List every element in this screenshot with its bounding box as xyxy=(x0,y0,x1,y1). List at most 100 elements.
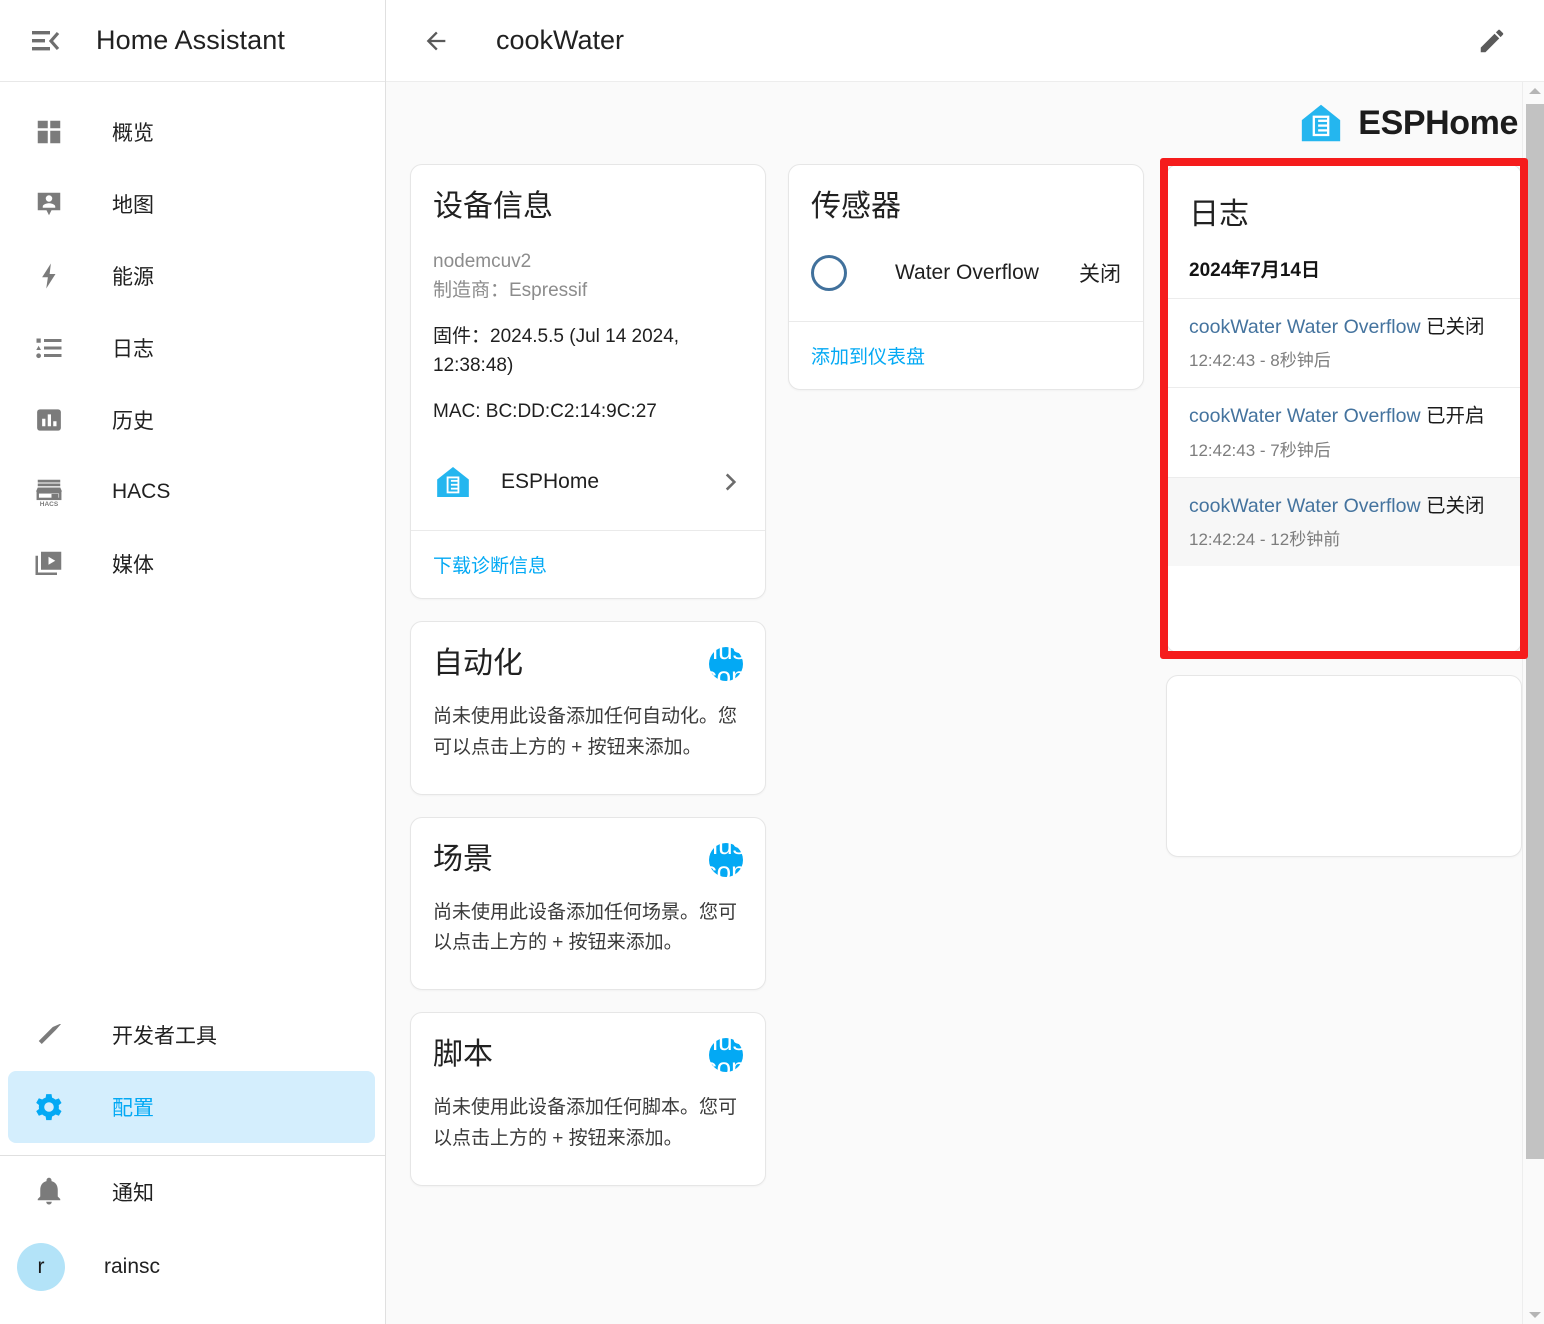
scrollbar-thumb[interactable] xyxy=(1526,104,1544,1159)
sidebar-nav: 概览 地图 能源 日志 历史 HACS HACS 媒体 xyxy=(0,82,385,600)
secondary-empty-card xyxy=(1166,674,1522,857)
empty-state-text: 尚未使用此设备添加任何脚本。您可以点击上方的 + 按钮来添加。 xyxy=(433,1097,738,1150)
integration-name: ESPHome xyxy=(501,470,600,494)
sidebar-item-label: HACS xyxy=(112,480,171,503)
sidebar-item-map[interactable]: 地图 xyxy=(8,168,375,240)
logbook-entry-action: 已关闭 xyxy=(1420,316,1485,338)
logbook-entry-time: 12:42:43 - 7秒钟后 xyxy=(1189,440,1331,460)
sidebar-item-label: 配置 xyxy=(112,1097,154,1120)
sidebar-item-history[interactable]: 历史 xyxy=(8,384,375,456)
sidebar-item-label: 通知 xyxy=(112,1182,154,1205)
esphome-logo-icon xyxy=(433,462,473,502)
vertical-scrollbar[interactable] xyxy=(1522,82,1544,1324)
logbook-card: 日志 2024年7月14日 cookWater Water Overflow 已… xyxy=(1166,164,1522,653)
top-toolbar: cookWater xyxy=(386,0,1544,82)
sensor-row[interactable]: Water Overflow 关闭 xyxy=(811,251,1121,295)
gear-icon xyxy=(30,1088,68,1126)
column-three: 日志 2024年7月14日 cookWater Water Overflow 已… xyxy=(1166,164,1522,857)
sidebar-item-configuration[interactable]: 配置 xyxy=(8,1071,375,1143)
card-title: 日志 xyxy=(1189,198,1249,231)
add-to-dashboard-link[interactable]: 添加到仪表盘 xyxy=(811,347,925,368)
card-title: 设备信息 xyxy=(433,190,553,223)
integration-link-row[interactable]: ESPHome xyxy=(433,456,743,508)
sidebar-item-overview[interactable]: 概览 xyxy=(8,96,375,168)
sidebar-item-notifications[interactable]: 通知 xyxy=(8,1156,375,1228)
card-title: 自动化 xyxy=(433,647,523,681)
lightning-bolt-icon xyxy=(30,257,68,295)
scripts-card: 脚本 plus-icon 尚未使用此设备添加任何脚本。您可以点击上方的 + 按钮… xyxy=(410,1012,766,1186)
device-info-card: 设备信息 nodemcuv2 制造商：Espressif 固件：2024.5.5… xyxy=(410,164,766,600)
logbook-entry-time: 12:42:24 - 12秒钟前 xyxy=(1189,529,1341,549)
device-manufacturer: 制造商：Espressif xyxy=(433,280,588,302)
logbook-entry-action: 已关闭 xyxy=(1420,494,1485,517)
add-script-button[interactable]: plus-icon xyxy=(698,1028,754,1080)
download-diagnostics-link[interactable]: 下载诊断信息 xyxy=(433,556,547,577)
app-root: Home Assistant 概览 地图 能源 日志 历史 HACS HACS … xyxy=(0,0,1544,1324)
arrow-left-icon[interactable] xyxy=(410,15,462,67)
hacs-store-icon: HACS xyxy=(30,473,68,511)
logbook-entity-link[interactable]: cookWater Water Overflow xyxy=(1189,495,1421,517)
sidebar-item-user-profile[interactable]: r rainsc xyxy=(0,1228,385,1306)
logbook-entry-text: cookWater Water Overflow 已关闭 xyxy=(1189,492,1499,521)
chart-box-icon xyxy=(30,401,68,439)
map-marker-account-icon xyxy=(30,185,68,223)
column-one: 设备信息 nodemcuv2 制造商：Espressif 固件：2024.5.5… xyxy=(410,164,766,1186)
sidebar-item-label: 历史 xyxy=(112,410,154,433)
chevron-right-icon xyxy=(717,469,743,495)
sensor-name: Water Overflow xyxy=(895,261,1039,284)
automations-card: 自动化 plus-icon 尚未使用此设备添加任何自动化。您可以点击上方的 + … xyxy=(410,621,766,795)
logbook-entry-text: cookWater Water Overflow 已开启 xyxy=(1189,402,1499,431)
device-info-actions: 下载诊断信息 xyxy=(411,530,765,598)
bell-icon xyxy=(30,1173,68,1211)
circle-outline-icon xyxy=(811,255,847,291)
brand-name-label: ESPHome xyxy=(1358,103,1518,142)
sidebar-item-label: 地图 xyxy=(112,194,154,217)
logbook-entry[interactable]: cookWater Water Overflow 已开启 12:42:43 - … xyxy=(1167,387,1521,476)
pencil-icon[interactable] xyxy=(1466,15,1518,67)
sidebar-footer: 通知 r rainsc xyxy=(0,1156,385,1324)
sidebar-header: Home Assistant xyxy=(0,0,385,82)
dashboard-icon xyxy=(30,113,68,151)
page-title: cookWater xyxy=(496,25,625,55)
sidebar-item-developer-tools[interactable]: 开发者工具 xyxy=(8,999,375,1071)
main-area: cookWater ESPHome 设备信息 nodemcuv2 制造商：Esp… xyxy=(386,0,1544,1324)
svg-text:HACS: HACS xyxy=(40,501,59,507)
logbook-entry[interactable]: cookWater Water Overflow 已关闭 12:42:24 - … xyxy=(1167,476,1521,566)
integration-brand-bar: ESPHome xyxy=(410,82,1522,164)
add-automation-button[interactable]: plus-icon xyxy=(698,637,754,689)
sidebar: Home Assistant 概览 地图 能源 日志 历史 HACS HACS … xyxy=(0,0,386,1324)
logbook-entry-text: cookWater Water Overflow 已关闭 xyxy=(1189,313,1499,342)
sensors-card: 传感器 Water Overflow 关闭 添加到仪表盘 xyxy=(788,164,1144,390)
column-two: 传感器 Water Overflow 关闭 添加到仪表盘 xyxy=(788,164,1144,390)
sidebar-item-logbook[interactable]: 日志 xyxy=(8,312,375,384)
sidebar-item-label: 媒体 xyxy=(112,554,154,577)
logbook-list-icon xyxy=(30,329,68,367)
sidebar-item-energy[interactable]: 能源 xyxy=(8,240,375,312)
card-title: 脚本 xyxy=(433,1038,493,1072)
sidebar-bottom-nav: 开发者工具 配置 xyxy=(0,999,385,1143)
card-title: 场景 xyxy=(433,842,493,876)
device-mac: MAC: BC:DD:C2:14:9C:27 xyxy=(433,400,657,422)
sidebar-item-hacs[interactable]: HACS HACS xyxy=(8,456,375,528)
sensor-state: 关闭 xyxy=(1079,263,1121,286)
add-scene-button[interactable]: plus-icon xyxy=(698,832,754,884)
esphome-logo-icon xyxy=(1298,100,1344,146)
device-model: nodemcuv2 xyxy=(433,251,532,272)
logbook-entity-link[interactable]: cookWater Water Overflow xyxy=(1189,316,1421,338)
logbook-entry-time: 12:42:43 - 8秒钟后 xyxy=(1189,351,1331,371)
sidebar-item-label: 开发者工具 xyxy=(112,1025,217,1048)
device-firmware: 固件：2024.5.5 (Jul 14 2024, 12:38:48) xyxy=(433,325,680,377)
empty-state-text: 尚未使用此设备添加任何自动化。您可以点击上方的 + 按钮来添加。 xyxy=(433,706,738,758)
logbook-entry-action: 已开启 xyxy=(1420,405,1485,428)
avatar: r xyxy=(17,1243,65,1291)
sidebar-item-label: 能源 xyxy=(112,266,154,289)
menu-collapse-icon[interactable] xyxy=(22,17,70,65)
media-play-icon xyxy=(30,545,68,583)
logbook-entity-link[interactable]: cookWater Water Overflow xyxy=(1189,405,1421,427)
logbook-entry[interactable]: cookWater Water Overflow 已关闭 12:42:43 - … xyxy=(1167,298,1521,387)
scroll-up-arrow-icon[interactable] xyxy=(1529,88,1541,94)
hammer-icon xyxy=(30,1016,68,1054)
scroll-down-arrow-icon[interactable] xyxy=(1529,1312,1541,1318)
sidebar-item-media[interactable]: 媒体 xyxy=(8,528,375,600)
